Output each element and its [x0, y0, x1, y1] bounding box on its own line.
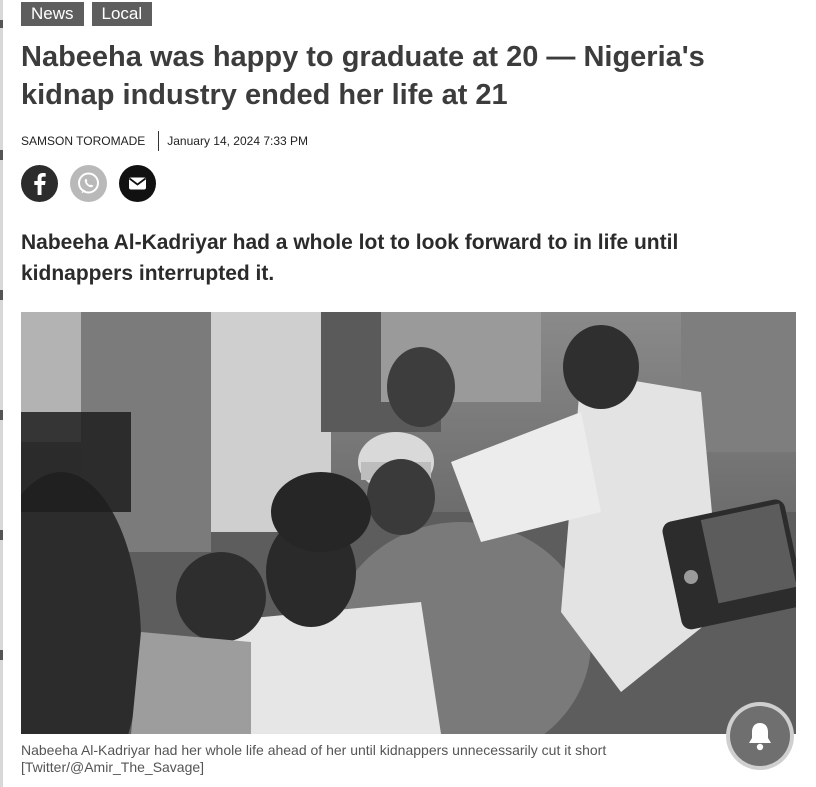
share-whatsapp-button[interactable]	[70, 165, 107, 202]
caption-credit: [Twitter/@Amir_The_Savage]	[21, 759, 205, 775]
page-edge	[0, 0, 3, 787]
tag-news[interactable]: News	[21, 2, 84, 26]
article-lede: Nabeeha Al-Kadriyar had a whole lot to l…	[21, 231, 679, 285]
edge-mark	[0, 20, 3, 28]
facebook-icon	[34, 173, 46, 195]
byline-divider	[158, 131, 160, 151]
publish-date: January 14, 2024 7:33 PM	[167, 134, 309, 148]
article-headline: Nabeeha was happy to graduate at 20 — Ni…	[21, 41, 705, 111]
edge-mark	[0, 530, 3, 540]
edge-mark	[0, 150, 3, 160]
burial-scene-image	[21, 312, 796, 734]
share-facebook-button[interactable]	[21, 165, 58, 202]
article-photo	[21, 312, 796, 734]
bell-icon	[749, 723, 771, 751]
notification-bell-button[interactable]	[730, 706, 790, 766]
caption-text: Nabeeha Al-Kadriyar had her whole life a…	[21, 742, 607, 758]
edge-mark	[0, 290, 3, 300]
byline: SAMSON TOROMADE January 14, 2024 7:33 PM	[21, 131, 308, 151]
edge-mark	[0, 650, 3, 660]
email-icon	[128, 177, 147, 190]
edge-mark	[0, 410, 3, 420]
author-name[interactable]: SAMSON TOROMADE	[21, 134, 145, 148]
share-email-button[interactable]	[119, 165, 156, 202]
share-bar	[21, 165, 156, 202]
category-tags: News Local	[21, 2, 153, 26]
whatsapp-icon	[78, 172, 99, 194]
photo-caption: Nabeeha Al-Kadriyar had her whole life a…	[21, 742, 721, 776]
tag-local[interactable]: Local	[91, 2, 153, 26]
